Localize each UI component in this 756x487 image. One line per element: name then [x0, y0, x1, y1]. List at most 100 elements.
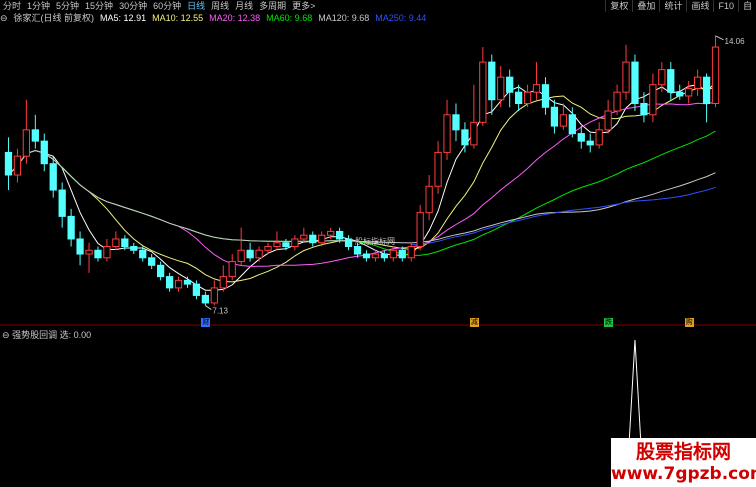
candle — [85, 242, 93, 273]
candle-body — [479, 61, 487, 123]
ma-item-0: MA5: 12.91 — [100, 13, 147, 23]
candle-body — [4, 151, 13, 176]
candle — [452, 103, 460, 142]
candle — [228, 254, 236, 281]
candle-body — [183, 279, 192, 285]
signal-marker-0[interactable]: 财 — [201, 318, 211, 327]
candle — [237, 227, 245, 266]
candle — [479, 47, 487, 127]
candle — [577, 126, 585, 149]
toolbar-right-buttons: 复权 叠加 统计 画线 F10 自 — [605, 0, 756, 12]
candle-body — [658, 69, 666, 86]
period-tab-10[interactable]: 更多> — [289, 0, 318, 12]
candle-body — [31, 129, 39, 142]
candle — [631, 54, 639, 112]
candle-body — [148, 257, 156, 266]
candle — [595, 122, 603, 149]
candle — [76, 231, 84, 266]
candle-body — [67, 215, 75, 240]
candle — [532, 62, 541, 100]
candle-body — [165, 276, 174, 289]
candle-body — [622, 61, 630, 93]
toolbar-button-5[interactable]: 自 — [737, 0, 756, 12]
candle — [416, 205, 424, 251]
candle — [201, 291, 210, 306]
candle-body — [58, 189, 66, 217]
candle-body — [407, 246, 415, 259]
candle — [246, 242, 254, 262]
candle-body — [416, 212, 424, 247]
candle-body — [139, 249, 147, 259]
ma-line-4 — [8, 149, 716, 244]
candle — [362, 250, 371, 262]
candle-body — [497, 76, 505, 101]
candle — [523, 84, 532, 108]
candle — [67, 208, 75, 247]
candle-body — [85, 249, 93, 255]
candle-body — [434, 151, 442, 187]
candle-body — [631, 61, 639, 104]
candle-body — [362, 253, 371, 259]
candle — [702, 73, 711, 123]
signal-marker-1[interactable]: 减 — [469, 318, 479, 327]
high-label: 14.06 — [725, 37, 746, 46]
candle-body — [425, 185, 433, 214]
period-tab-6[interactable]: 日线 — [184, 0, 208, 12]
toolbar-button-3[interactable]: 画线 — [686, 0, 713, 12]
candle — [461, 122, 469, 153]
candle — [40, 133, 48, 172]
candle-body — [76, 238, 84, 255]
candle-body — [506, 76, 514, 93]
candle-body — [613, 91, 621, 112]
candle-body — [586, 140, 594, 146]
candle-body — [300, 234, 308, 240]
ma-toggle-icon[interactable]: ⊖ — [0, 12, 8, 24]
period-tab-7[interactable]: 周线 — [208, 0, 232, 12]
period-tab-1[interactable]: 1分钟 — [24, 0, 53, 12]
candle-body — [353, 246, 362, 255]
candle — [31, 114, 39, 149]
period-tab-0[interactable]: 分时 — [0, 0, 24, 12]
candle-body — [291, 238, 299, 247]
period-tab-3[interactable]: 15分钟 — [82, 0, 116, 12]
candle — [586, 133, 594, 153]
period-tab-8[interactable]: 月线 — [232, 0, 256, 12]
candle — [434, 141, 442, 194]
candle-body — [398, 249, 406, 259]
center-label: 股标指标网 — [355, 236, 395, 246]
period-tab-5[interactable]: 60分钟 — [150, 0, 184, 12]
toolbar-button-4[interactable]: F10 — [713, 0, 738, 12]
candle-body — [246, 249, 254, 259]
period-tab-2[interactable]: 5分钟 — [53, 0, 82, 12]
candle — [685, 80, 693, 104]
candle — [541, 77, 550, 115]
candle-body — [40, 140, 48, 165]
ma-item-2: MA20: 12.38 — [209, 13, 261, 23]
candle — [112, 231, 120, 251]
candle — [94, 246, 102, 262]
toolbar-button-0[interactable]: 复权 — [605, 0, 632, 12]
candle — [148, 254, 156, 270]
candle-body — [443, 114, 451, 153]
stock-title: 徐家汇(日线 前复权) — [13, 13, 95, 23]
candle-body — [255, 249, 263, 259]
toolbar-button-1[interactable]: 叠加 — [632, 0, 659, 12]
toolbar-button-2[interactable]: 统计 — [659, 0, 686, 12]
candle-body — [452, 114, 460, 131]
candle-body — [640, 103, 648, 116]
signal-marker-2[interactable]: 跌 — [604, 318, 614, 327]
candle-body — [201, 294, 210, 304]
candle — [49, 156, 57, 198]
period-tab-9[interactable]: 多周期 — [256, 0, 289, 12]
signal-marker-3[interactable]: 购 — [684, 318, 694, 327]
candle — [693, 69, 702, 96]
candlestick-chart[interactable]: 14.06 7.13 股标指标网 — [0, 24, 756, 326]
candle-body — [130, 246, 138, 251]
ma-legend: ⊖ 徐家汇(日线 前复权) MA5: 12.91 MA10: 12.55 MA20:… — [0, 12, 756, 24]
candle — [622, 44, 630, 100]
candle — [255, 246, 263, 262]
candle-body — [550, 106, 559, 127]
candle — [210, 280, 218, 306]
candle-body — [380, 253, 389, 259]
period-tab-4[interactable]: 30分钟 — [116, 0, 150, 12]
